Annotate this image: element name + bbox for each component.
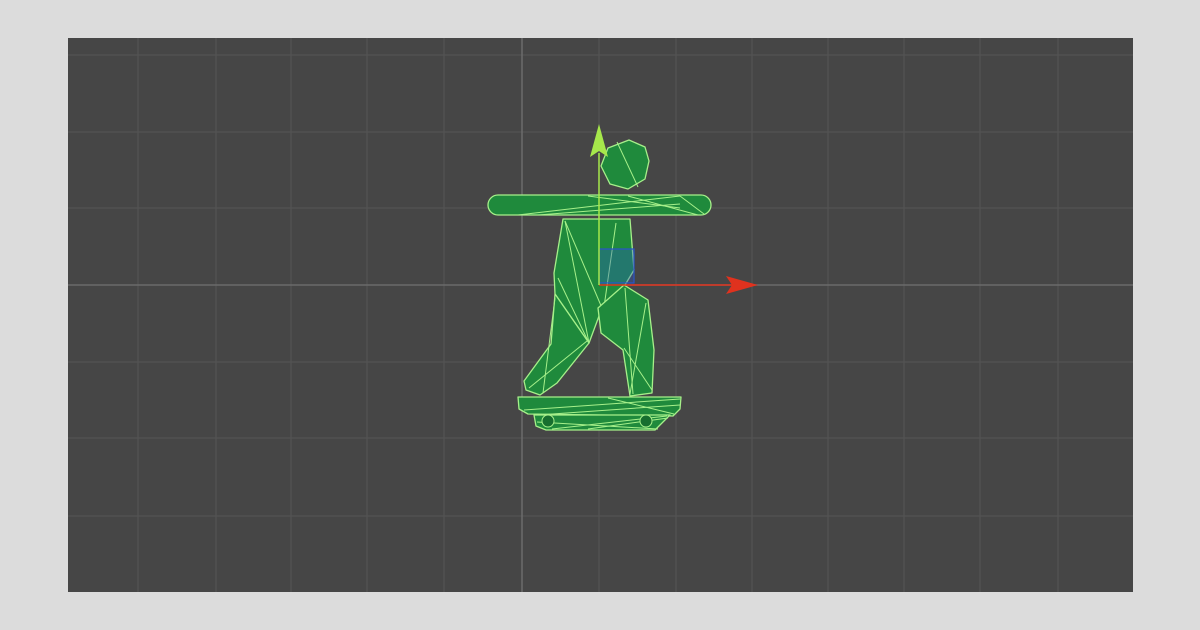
z-axis-plane-handle[interactable] bbox=[598, 248, 635, 284]
skateboard-wheel bbox=[639, 414, 653, 428]
head-shape bbox=[600, 139, 650, 190]
scene-view-viewport[interactable] bbox=[68, 38, 1133, 592]
scene-canvas[interactable] bbox=[68, 38, 1133, 592]
skateboard-wheel bbox=[541, 414, 555, 428]
